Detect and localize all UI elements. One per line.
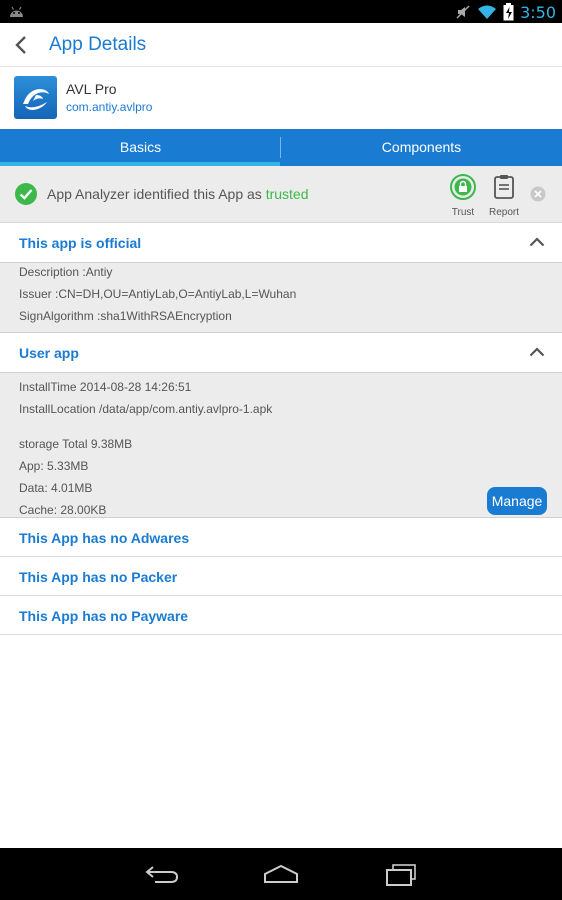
wifi-icon [478, 5, 497, 19]
packer-label: This App has no Packer [19, 569, 178, 585]
status-bar: 3:50 [0, 0, 562, 23]
tab-basics-label: Basics [119, 139, 162, 155]
tab-basics[interactable]: Basics [0, 129, 281, 166]
section-official-header[interactable]: This app is official [0, 223, 562, 263]
app-size: App: 5.33MB [19, 459, 89, 473]
adwares-label: This App has no Adwares [19, 530, 190, 546]
packer-row[interactable]: This App has no Packer [0, 557, 562, 596]
chevron-up-icon [529, 347, 545, 357]
action-bar: App Details [0, 23, 562, 67]
back-arrow-icon[interactable] [10, 32, 34, 58]
battery-charging-icon [503, 3, 514, 21]
home-nav-icon[interactable] [263, 864, 299, 884]
close-icon[interactable] [530, 186, 546, 202]
android-icon [10, 6, 23, 17]
install-location: InstallLocation /data/app/com.antiy.avlp… [19, 402, 273, 416]
install-time: InstallTime 2014-08-28 14:26:51 [19, 380, 192, 394]
trust-label: Trust [451, 207, 475, 218]
mute-icon [456, 5, 470, 19]
adwares-row[interactable]: This App has no Adwares [0, 518, 562, 557]
storage-total: storage Total 9.38MB [19, 437, 133, 451]
trust-lock-icon [450, 174, 476, 200]
clock: 3:50 [520, 2, 556, 22]
chevron-up-icon [529, 237, 545, 247]
tab-bar: Basics Components [0, 129, 562, 166]
trust-button[interactable]: Trust [443, 174, 483, 218]
section-user-header[interactable]: User app [0, 333, 562, 373]
manage-button[interactable]: Manage [487, 487, 547, 515]
trusted-status: trusted [265, 186, 309, 202]
analyzer-message: App Analyzer identified this App as trus… [47, 186, 309, 202]
app-name: AVL Pro [66, 81, 117, 97]
issuer-line: Issuer :CN=DH,OU=AntiyLab,O=AntiyLab,L=W… [19, 287, 297, 301]
section-user-title: User app [19, 345, 79, 361]
data-size: Data: 4.01MB [19, 481, 93, 495]
description-line: Description :Antiy [19, 265, 113, 279]
section-user-body: InstallTime 2014-08-28 14:26:51 InstallL… [0, 373, 562, 518]
report-label: Report [488, 207, 519, 218]
page-title: App Details [49, 34, 147, 55]
back-nav-icon[interactable] [145, 864, 179, 884]
app-package: com.antiy.avlpro [66, 100, 153, 114]
section-official-title: This app is official [19, 235, 142, 251]
analyzer-banner: App Analyzer identified this App as trus… [0, 166, 562, 223]
payware-label: This App has no Payware [19, 608, 189, 624]
sign-algorithm-line: SignAlgorithm :sha1WithRSAEncryption [19, 309, 232, 323]
report-button[interactable]: Report [484, 174, 524, 218]
analyzer-message-text: App Analyzer identified this App as [47, 186, 266, 202]
tab-components-label: Components [381, 139, 462, 155]
clipboard-icon [494, 175, 514, 199]
tab-components[interactable]: Components [281, 129, 562, 166]
cache-size: Cache: 28.00KB [19, 503, 107, 517]
recents-nav-icon[interactable] [385, 864, 417, 886]
section-official-body: Description :Antiy Issuer :CN=DH,OU=Anti… [0, 263, 562, 333]
check-circle-icon [15, 183, 37, 205]
payware-row[interactable]: This App has no Payware [0, 596, 562, 635]
app-header: AVL Pro com.antiy.avlpro [0, 67, 562, 129]
nav-bar [0, 848, 562, 900]
avl-logo-icon [14, 76, 57, 119]
